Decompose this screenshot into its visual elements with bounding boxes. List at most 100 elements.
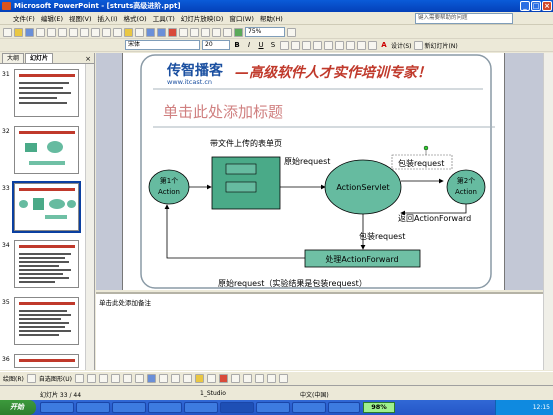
tab-outline[interactable]: 大纲	[2, 53, 25, 63]
close-pane-icon[interactable]: ×	[85, 55, 94, 63]
line-icon[interactable]	[74, 374, 84, 383]
notes-placeholder[interactable]: 单击此处添加备注	[99, 299, 151, 307]
new-icon[interactable]	[3, 27, 12, 37]
taskbar-item[interactable]	[112, 402, 146, 413]
slide-thumbnail[interactable]	[14, 354, 79, 368]
taskbar-item[interactable]	[76, 402, 110, 413]
maximize-button[interactable]: □	[531, 1, 541, 11]
slide-thumbnail[interactable]	[14, 240, 79, 288]
menu-help[interactable]: 帮助(H)	[257, 13, 286, 23]
picture-icon[interactable]	[182, 374, 192, 383]
open-icon[interactable]	[14, 27, 23, 37]
rectangle-icon[interactable]	[98, 374, 108, 383]
font-color-button[interactable]: A	[379, 40, 389, 50]
taskbar-item[interactable]	[184, 402, 218, 413]
line-style-icon[interactable]	[230, 374, 240, 383]
font-color-icon[interactable]	[218, 374, 228, 383]
align-center-icon[interactable]	[291, 40, 300, 50]
clipart-icon[interactable]	[170, 374, 180, 383]
increase-indent-icon[interactable]	[368, 40, 377, 50]
color-grayscale-icon[interactable]	[234, 27, 243, 37]
close-button[interactable]: ×	[542, 1, 552, 11]
shadow-style-icon[interactable]	[266, 374, 276, 383]
taskbar-item[interactable]	[292, 402, 326, 413]
print-preview-icon[interactable]	[69, 27, 78, 37]
action2-ellipse[interactable]	[446, 169, 486, 205]
numbering-icon[interactable]	[313, 40, 322, 50]
line-color-icon[interactable]	[206, 374, 216, 383]
font-name-select[interactable]: 宋体	[125, 40, 200, 50]
copy-icon[interactable]	[113, 27, 122, 37]
research-icon[interactable]	[91, 27, 100, 37]
slide-title-placeholder[interactable]: 单击此处添加标题	[163, 103, 283, 121]
slide-thumbnail-current[interactable]	[12, 181, 81, 233]
rotation-handle[interactable]	[423, 145, 429, 151]
oval-icon[interactable]	[110, 374, 120, 383]
taskbar-item[interactable]	[148, 402, 182, 413]
wordart-icon[interactable]	[146, 374, 156, 383]
bold-button[interactable]: B	[232, 40, 242, 50]
font-size-select[interactable]: 20	[202, 40, 230, 50]
textbox-icon[interactable]	[122, 374, 132, 383]
redo-icon[interactable]	[157, 27, 166, 37]
current-slide[interactable]: 传智播客 www.itcast.cn —高级软件人才实作培训专家！ 单击此处添加…	[122, 53, 505, 290]
select-objects-icon[interactable]	[26, 374, 36, 383]
undo-icon[interactable]	[146, 27, 155, 37]
new-slide-button[interactable]: 新幻灯片(N)	[425, 41, 458, 50]
vertical-textbox-icon[interactable]	[134, 374, 144, 383]
slide-vertical-scrollbar[interactable]	[543, 53, 553, 370]
print-icon[interactable]	[58, 27, 67, 37]
action1-ellipse[interactable]	[148, 169, 190, 205]
new-slide-icon[interactable]	[413, 40, 423, 50]
increase-font-icon[interactable]	[335, 40, 344, 50]
start-button[interactable]: 开始	[0, 400, 36, 415]
grid-icon[interactable]	[223, 27, 232, 37]
paste-icon[interactable]	[124, 27, 133, 37]
menu-slideshow[interactable]: 幻灯片放映(D)	[178, 13, 227, 23]
arrow-icon[interactable]	[86, 374, 96, 383]
bullets-icon[interactable]	[324, 40, 333, 50]
taskbar-item[interactable]	[328, 402, 360, 413]
zoom-select[interactable]: 75%	[245, 27, 285, 37]
tables-borders-icon[interactable]	[190, 27, 199, 37]
notes-pane[interactable]: 单击此处添加备注	[96, 292, 543, 370]
draw-menu-button[interactable]: 绘图(R)	[3, 374, 24, 383]
show-formatting-icon[interactable]	[212, 27, 221, 37]
tab-slides[interactable]: 幻灯片	[25, 53, 54, 63]
arrow-style-icon[interactable]	[254, 374, 264, 383]
slide-thumbnail[interactable]	[14, 297, 79, 345]
cut-icon[interactable]	[102, 27, 111, 37]
taskbar-item[interactable]	[40, 402, 74, 413]
help-icon[interactable]	[287, 27, 296, 37]
menu-window[interactable]: 窗口(W)	[226, 13, 257, 23]
chart-icon[interactable]	[168, 27, 177, 37]
slide-thumbnail[interactable]	[14, 69, 79, 117]
dash-style-icon[interactable]	[242, 374, 252, 383]
fill-color-icon[interactable]	[194, 374, 204, 383]
permission-icon[interactable]	[36, 27, 45, 37]
underline-button[interactable]: U	[256, 40, 266, 50]
taskbar-item[interactable]	[256, 402, 290, 413]
spelling-icon[interactable]	[80, 27, 89, 37]
diagram-icon[interactable]	[158, 374, 168, 383]
taskbar-item-powerpoint[interactable]	[220, 402, 254, 413]
expand-all-icon[interactable]	[201, 27, 210, 37]
decrease-font-icon[interactable]	[346, 40, 355, 50]
help-search-input[interactable]: 键入需要帮助的问题	[415, 13, 513, 24]
italic-button[interactable]: I	[244, 40, 254, 50]
menu-format[interactable]: 格式(O)	[121, 13, 150, 23]
menu-insert[interactable]: 插入(I)	[95, 13, 121, 23]
menu-tools[interactable]: 工具(T)	[150, 13, 178, 23]
align-right-icon[interactable]	[302, 40, 311, 50]
menu-file[interactable]: 文件(F)	[10, 13, 38, 23]
align-left-icon[interactable]	[280, 40, 289, 50]
menu-edit[interactable]: 编辑(E)	[38, 13, 66, 23]
slide-thumbnail[interactable]	[14, 126, 79, 174]
table-icon[interactable]	[179, 27, 188, 37]
design-button[interactable]: 设计(S)	[391, 41, 412, 50]
menu-view[interactable]: 视图(V)	[66, 13, 95, 23]
email-icon[interactable]	[47, 27, 56, 37]
shadow-button[interactable]: S	[268, 40, 278, 50]
format-painter-icon[interactable]	[135, 27, 144, 37]
save-icon[interactable]	[25, 27, 34, 37]
